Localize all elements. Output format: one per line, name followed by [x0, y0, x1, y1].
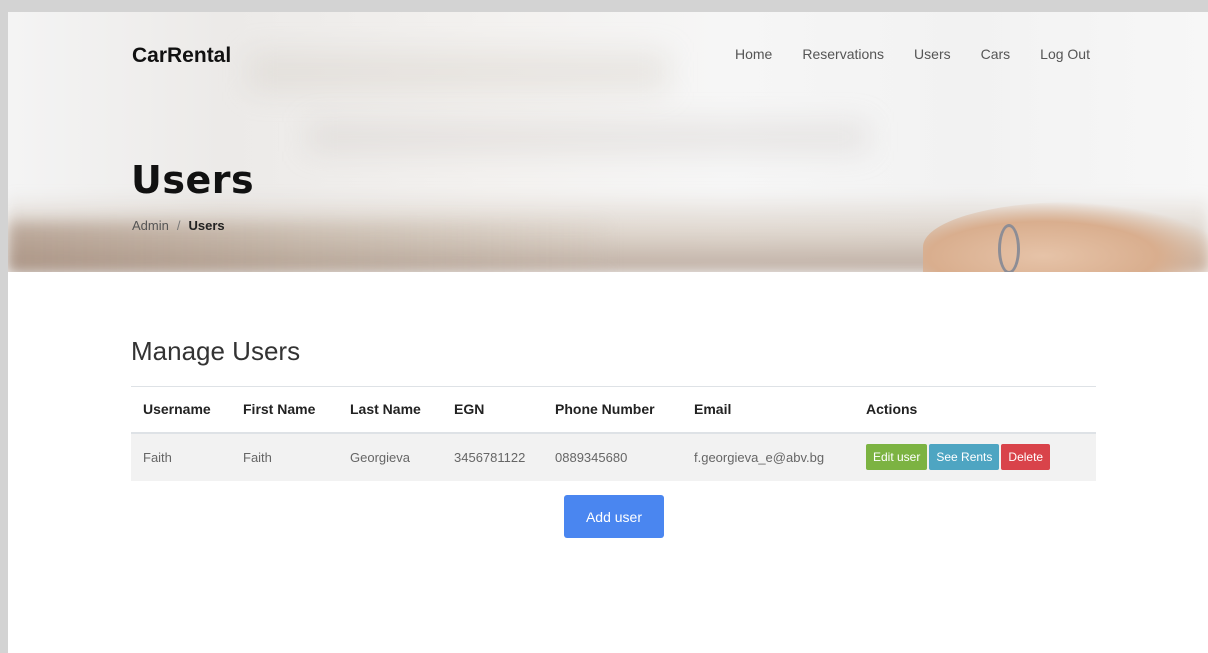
column-header-email: Email — [682, 386, 854, 434]
breadcrumb-separator: / — [176, 218, 181, 233]
nav-users[interactable]: Users — [914, 46, 951, 62]
nav-reservations[interactable]: Reservations — [802, 46, 884, 62]
page: CarRental Home Reservations Users Cars L… — [8, 12, 1208, 653]
hero-background-blur — [8, 222, 608, 272]
cell-email: f.georgieva_e@abv.bg — [682, 432, 854, 481]
hero-background-blur — [308, 122, 868, 152]
hero-background-blur — [248, 52, 668, 92]
nav-log-out[interactable]: Log Out — [1040, 46, 1090, 62]
section-title: Manage Users — [131, 336, 301, 366]
hero-banner: CarRental Home Reservations Users Cars L… — [8, 12, 1208, 272]
table-row: Faith Faith Georgieva 3456781122 0889345… — [131, 432, 1096, 481]
nav-cars[interactable]: Cars — [981, 46, 1011, 62]
add-user-button[interactable]: Add user — [564, 495, 664, 538]
cell-first-name: Faith — [231, 432, 338, 481]
delete-button[interactable]: Delete — [1001, 444, 1051, 470]
nav-home[interactable]: Home — [735, 46, 772, 62]
breadcrumb-admin[interactable]: Admin — [132, 218, 169, 233]
see-rents-button[interactable]: See Rents — [929, 444, 1000, 470]
hero-key-ring-image — [998, 224, 1020, 272]
cell-username: Faith — [131, 432, 231, 481]
column-header-username: Username — [131, 386, 231, 434]
users-table-container: Username First Name Last Name EGN Phone … — [131, 386, 1096, 481]
brand-logo[interactable]: CarRental — [132, 44, 231, 68]
breadcrumb: Admin / Users — [132, 218, 225, 233]
cell-phone: 0889345680 — [543, 432, 682, 481]
page-title: Users — [131, 158, 255, 202]
cell-last-name: Georgieva — [338, 432, 442, 481]
cell-egn: 3456781122 — [442, 432, 543, 481]
column-header-egn: EGN — [442, 386, 543, 434]
edit-user-button[interactable]: Edit user — [866, 444, 928, 470]
table-header-row: Username First Name Last Name EGN Phone … — [131, 386, 1096, 434]
column-header-actions: Actions — [854, 386, 1096, 434]
column-header-phone-number: Phone Number — [543, 386, 682, 434]
column-header-last-name: Last Name — [338, 386, 442, 434]
cell-actions: Edit user See Rents Delete — [854, 432, 1096, 481]
main-nav: Home Reservations Users Cars Log Out — [705, 46, 1090, 62]
breadcrumb-current: Users — [188, 218, 225, 233]
column-header-first-name: First Name — [231, 386, 338, 434]
users-table: Username First Name Last Name EGN Phone … — [131, 386, 1096, 481]
